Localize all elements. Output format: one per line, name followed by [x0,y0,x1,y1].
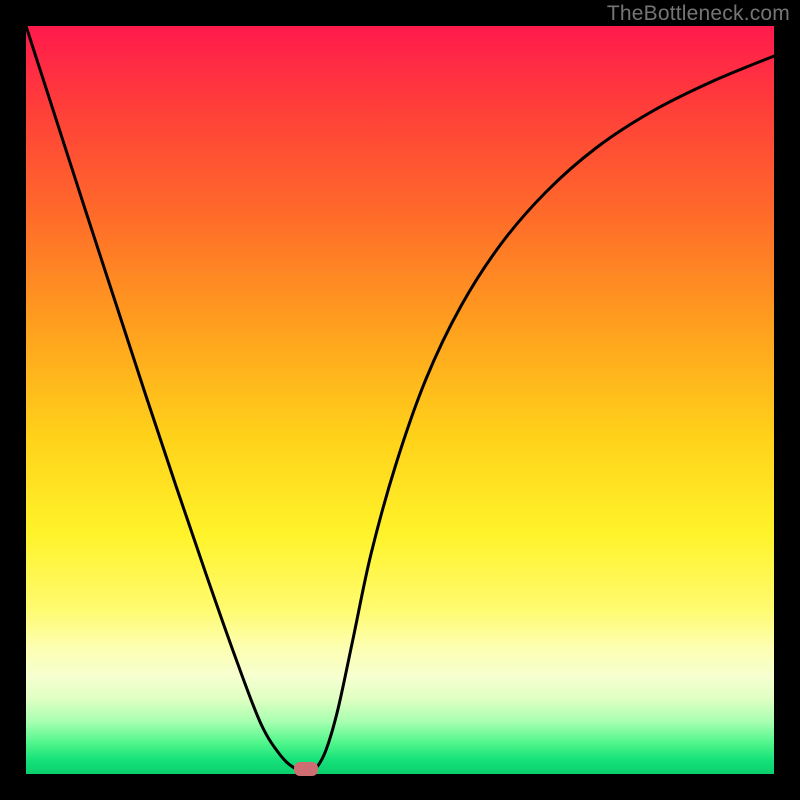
watermark-text: TheBottleneck.com [607,2,790,26]
chart-frame: TheBottleneck.com [0,0,800,800]
bottleneck-curve [26,26,774,772]
optimum-marker [294,762,318,776]
curve-layer [26,26,774,774]
